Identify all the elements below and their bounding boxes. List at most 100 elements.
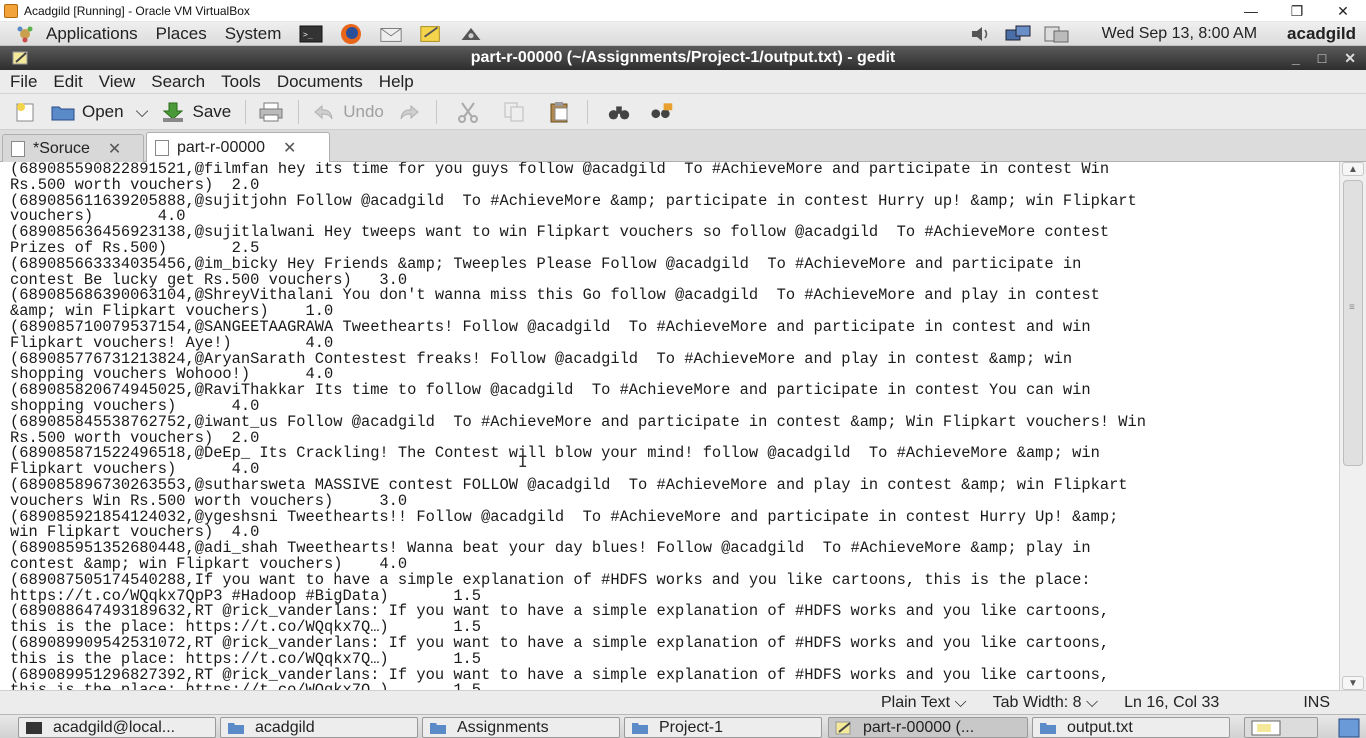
menu-tools[interactable]: Tools <box>221 72 261 92</box>
taskbar-item-label: part-r-00000 (... <box>863 718 975 736</box>
document-icon <box>11 140 25 157</box>
find-replace-button[interactable] <box>648 97 674 127</box>
menu-search[interactable]: Search <box>151 72 205 92</box>
undo-label: Undo <box>343 101 384 121</box>
trash-icon[interactable] <box>1336 717 1362 738</box>
new-document-button[interactable] <box>12 97 38 127</box>
volume-icon[interactable] <box>970 25 992 43</box>
taskbar-item-label: Project-1 <box>659 718 724 736</box>
taskbar-item-label: acadgild <box>255 718 315 736</box>
taskbar-item-label: Assignments <box>457 718 549 736</box>
statusbar: Plain Text ⌵ Tab Width: 8 ⌵ Ln 16, Col 3… <box>0 690 1366 714</box>
user-menu[interactable]: acadgild <box>1287 24 1356 44</box>
copy-button[interactable] <box>501 97 527 127</box>
menu-view[interactable]: View <box>99 72 136 92</box>
undo-button[interactable]: Undo <box>311 97 384 127</box>
text-editor[interactable]: (689085590822891521,@filmfan hey its tim… <box>0 162 1339 690</box>
paste-button[interactable] <box>547 97 573 127</box>
menu-help[interactable]: Help <box>379 72 414 92</box>
menu-edit[interactable]: Edit <box>53 72 82 92</box>
folder-icon <box>430 722 446 734</box>
redo-button[interactable] <box>396 97 422 127</box>
tab-width-selector[interactable]: Tab Width: 8 ⌵ <box>993 694 1099 712</box>
open-folder-icon <box>50 101 76 123</box>
toolbar-separator <box>435 99 437 124</box>
open-button[interactable]: Open ⌵ <box>50 97 148 127</box>
system-menu[interactable]: System <box>225 24 282 44</box>
gedit-close-button[interactable]: ✕ <box>1344 50 1356 67</box>
undo-icon <box>311 101 337 123</box>
firefox-launcher-icon[interactable] <box>339 23 363 44</box>
taskbar-item-label: output.txt <box>1067 718 1133 736</box>
toolbar-separator <box>298 99 300 124</box>
taskbar-item-project-1[interactable]: Project-1 <box>624 717 822 738</box>
open-dropdown-chevron-icon[interactable]: ⌵ <box>136 102 149 122</box>
window-title: part-r-00000 (~/Assignments/Project-1/ou… <box>470 49 896 66</box>
document-icon <box>155 139 169 156</box>
applications-menu[interactable]: Applications <box>46 24 138 44</box>
restore-button[interactable]: ❐ <box>1274 0 1320 22</box>
folder-icon <box>1040 722 1056 734</box>
text-editor-icon <box>835 721 851 734</box>
scrollbar-thumb[interactable] <box>1343 180 1363 466</box>
editor-lines: (689085590822891521,@filmfan hey its tim… <box>10 162 1146 690</box>
toolbar-separator <box>245 99 247 124</box>
scroll-up-arrow-icon[interactable]: ▲ <box>1342 162 1364 176</box>
language-selector[interactable]: Plain Text ⌵ <box>881 694 967 712</box>
taskbar-item-acadgild[interactable]: acadgild <box>220 717 418 738</box>
scrollbar-grip-icon: ≡ <box>1349 302 1355 313</box>
print-icon <box>258 101 284 123</box>
notes-launcher-icon[interactable] <box>419 24 443 44</box>
folder-icon <box>228 722 244 734</box>
gedit-app-icon <box>12 51 28 65</box>
terminal-launcher-icon[interactable]: >_ <box>299 24 323 44</box>
menu-documents[interactable]: Documents <box>277 72 363 92</box>
tab-soruce[interactable]: *Soruce ✕ <box>2 134 144 162</box>
applications-icon <box>17 26 33 42</box>
scroll-down-arrow-icon[interactable]: ▼ <box>1342 676 1364 690</box>
redo-icon <box>396 101 422 123</box>
find-button[interactable] <box>606 97 632 127</box>
taskbar: acadgild@local... acadgild Assignments P… <box>0 714 1366 738</box>
menu-file[interactable]: File <box>10 72 37 92</box>
screenshot-launcher-icon[interactable] <box>459 24 483 44</box>
insert-mode: INS <box>1303 693 1330 711</box>
menubar: File Edit View Search Tools Documents He… <box>0 70 1366 94</box>
taskbar-item-label: acadgild@local... <box>53 718 176 736</box>
taskbar-item-terminal[interactable]: acadgild@local... <box>18 717 216 738</box>
updates-icon[interactable] <box>1042 24 1072 44</box>
cursor-position: Ln 16, Col 33 <box>1124 693 1220 711</box>
gedit-title-bar: part-r-00000 (~/Assignments/Project-1/ou… <box>0 46 1366 70</box>
copy-icon <box>501 101 527 123</box>
open-label: Open <box>82 101 124 121</box>
close-button[interactable]: ✕ <box>1320 0 1366 22</box>
taskbar-item-gedit[interactable]: part-r-00000 (... <box>828 717 1028 738</box>
network-icon[interactable] <box>1004 24 1034 44</box>
gedit-maximize-button[interactable]: □ <box>1318 50 1326 66</box>
clock[interactable]: Wed Sep 13, 8:00 AM <box>1102 25 1257 43</box>
minimize-button[interactable]: — <box>1228 0 1274 22</box>
save-button[interactable]: Save <box>160 97 231 127</box>
tab-close-icon[interactable]: ✕ <box>108 139 121 159</box>
gedit-minimize-button[interactable]: _ <box>1292 50 1300 66</box>
print-button[interactable] <box>258 97 284 127</box>
vertical-scrollbar[interactable]: ▲ ≡ ▼ <box>1339 162 1366 690</box>
text-cursor-icon: I <box>518 452 528 471</box>
taskbar-item-assignments[interactable]: Assignments <box>422 717 620 738</box>
editor-line: this is the place: https://t.co/WQqkx7Q…… <box>10 682 1146 690</box>
taskbar-item-output-txt[interactable]: output.txt <box>1032 717 1230 738</box>
tab-part-r-00000[interactable]: part-r-00000 ✕ <box>146 132 330 162</box>
binoculars-icon <box>606 101 632 123</box>
tab-label: *Soruce <box>33 139 90 157</box>
svg-text:>_: >_ <box>303 30 313 39</box>
find-replace-icon <box>648 101 674 123</box>
new-document-icon <box>12 101 38 123</box>
tab-close-icon[interactable]: ✕ <box>283 138 296 158</box>
top-panel: Applications Places System >_ Wed Sep 13… <box>0 22 1366 46</box>
mail-launcher-icon[interactable] <box>379 24 403 44</box>
places-menu[interactable]: Places <box>156 24 207 44</box>
paste-icon <box>547 101 573 123</box>
cut-button[interactable] <box>455 97 481 127</box>
toolbar: Open ⌵ Save Undo <box>0 94 1366 130</box>
workspace-switcher[interactable] <box>1244 717 1318 738</box>
